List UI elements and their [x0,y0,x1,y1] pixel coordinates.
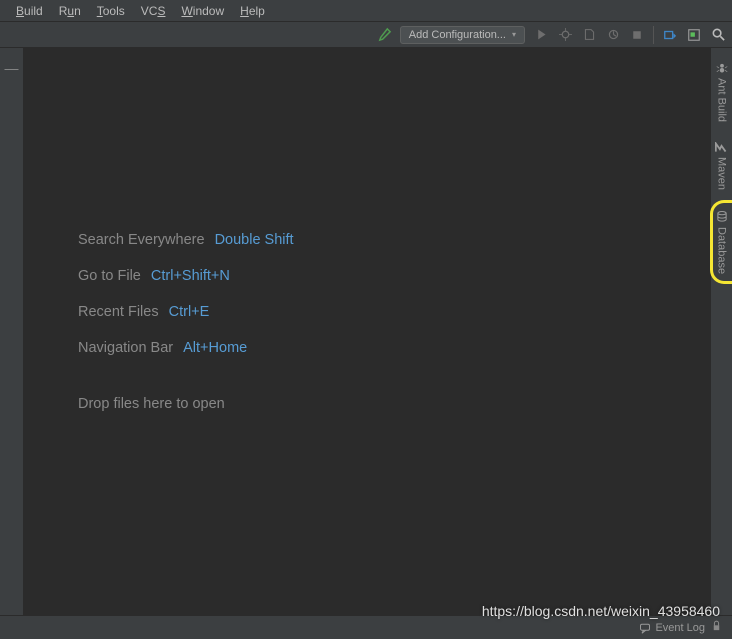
add-configuration-label: Add Configuration... [409,29,506,41]
toolbar: Add Configuration... ▾ [0,22,732,48]
status-bar: https://blog.csdn.net/weixin_43958460 Ev… [0,615,732,639]
drop-files-hint: Drop files here to open [78,396,710,412]
ant-icon [716,62,728,74]
tip-search-everywhere: Search Everywhere Double Shift [78,232,710,248]
run-icon[interactable] [533,27,549,43]
dropdown-arrow-icon: ▾ [512,30,516,39]
collapse-icon[interactable]: — [5,60,19,615]
right-tool-window-strip: Ant Build Maven Database [710,48,732,615]
stop-icon[interactable] [629,27,645,43]
left-tool-window-strip: — [0,48,24,615]
welcome-tips: Search Everywhere Double Shift Go to Fil… [78,232,710,412]
event-log-label: Event Log [655,622,705,634]
menu-tools[interactable]: Tools [89,2,133,20]
tip-key: Ctrl+E [169,304,210,320]
search-icon[interactable] [710,27,726,43]
main-area: — Search Everywhere Double Shift Go to F… [0,48,732,615]
tip-key: Double Shift [215,232,294,248]
update-project-icon[interactable] [662,27,678,43]
debug-icon[interactable] [557,27,573,43]
main-menu-bar: Build Run Tools VCS Window Help [0,0,732,22]
tip-label: Search Everywhere [78,232,205,248]
database-icon [716,210,728,223]
side-tab-database-label: Database [716,227,728,274]
menu-help[interactable]: Help [232,2,273,20]
build-icon[interactable] [377,27,392,42]
menu-build[interactable]: Build [8,2,51,20]
editor-empty-state: Search Everywhere Double Shift Go to Fil… [24,48,710,615]
menu-vcs[interactable]: VCS [133,2,174,20]
tip-key: Ctrl+Shift+N [151,268,230,284]
toolbar-separator [653,26,654,44]
side-tab-database[interactable]: Database [716,210,728,274]
tip-recent-files: Recent Files Ctrl+E [78,304,710,320]
structure-icon[interactable] [686,27,702,43]
side-tab-maven[interactable]: Maven [715,142,728,190]
event-log-icon [639,622,651,634]
coverage-icon[interactable] [581,27,597,43]
tip-navigation-bar: Navigation Bar Alt+Home [78,340,710,356]
maven-icon [715,142,728,153]
menu-build-rest: uild [24,4,43,18]
profile-icon[interactable] [605,27,621,43]
add-configuration-button[interactable]: Add Configuration... ▾ [400,26,525,44]
side-tab-maven-label: Maven [716,157,728,190]
tip-label: Recent Files [78,304,159,320]
menu-run[interactable]: Run [51,2,89,20]
event-log-button[interactable]: Event Log [639,622,705,634]
tip-goto-file: Go to File Ctrl+Shift+N [78,268,710,284]
tip-label: Navigation Bar [78,340,173,356]
lock-icon[interactable] [711,620,722,635]
side-tab-ant-label: Ant Build [716,78,728,122]
menu-window[interactable]: Window [173,2,232,20]
side-tab-ant[interactable]: Ant Build [716,62,728,122]
tip-label: Go to File [78,268,141,284]
tip-key: Alt+Home [183,340,247,356]
